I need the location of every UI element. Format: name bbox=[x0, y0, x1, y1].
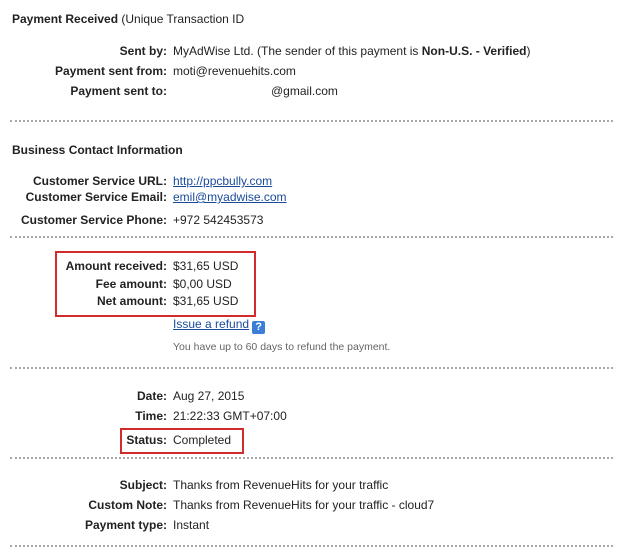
separator bbox=[10, 120, 613, 122]
sent-from-label: Payment sent from: bbox=[54, 64, 167, 78]
customer-service-url-label: Customer Service URL: bbox=[32, 174, 167, 188]
refund-hint: You have up to 60 days to refund the pay… bbox=[173, 341, 391, 353]
separator bbox=[10, 457, 613, 459]
payment-type-value: Instant bbox=[173, 518, 210, 532]
status-value: Completed bbox=[173, 433, 232, 447]
customer-service-email-label: Customer Service Email: bbox=[25, 190, 167, 204]
status-label: Status: bbox=[126, 433, 167, 447]
subject-label: Subject: bbox=[119, 478, 167, 492]
page-title: Payment Received (Unique Transaction ID bbox=[12, 12, 244, 26]
date-value: Aug 27, 2015 bbox=[173, 389, 245, 403]
help-icon[interactable]: ? bbox=[252, 321, 266, 334]
separator bbox=[10, 367, 613, 369]
custom-note-label: Custom Note: bbox=[88, 498, 167, 512]
sent-from-value: moti@revenuehits.com bbox=[173, 64, 296, 78]
date-label: Date: bbox=[136, 389, 167, 403]
subject-value: Thanks from RevenueHits for your traffic bbox=[173, 478, 389, 492]
customer-service-phone-label: Customer Service Phone: bbox=[20, 213, 167, 227]
net-amount-label: Net amount: bbox=[97, 294, 167, 308]
separator bbox=[10, 236, 613, 238]
sent-to-value: @gmail.com bbox=[271, 84, 338, 98]
net-amount-value: $31,65 USD bbox=[173, 294, 239, 308]
fee-amount-value: $0,00 USD bbox=[173, 277, 232, 291]
sent-to-label: Payment sent to: bbox=[70, 84, 167, 98]
separator bbox=[10, 545, 613, 547]
sent-by-value: MyAdWise Ltd. (The sender of this paymen… bbox=[173, 44, 530, 58]
fee-amount-label: Fee amount: bbox=[95, 277, 167, 291]
page-title-rest: (Unique Transaction ID bbox=[118, 12, 245, 26]
issue-refund-link[interactable]: Issue a refund bbox=[173, 317, 249, 331]
amount-received-value: $31,65 USD bbox=[173, 259, 239, 273]
customer-service-url-link[interactable]: http://ppcbully.com bbox=[173, 174, 272, 188]
refund-row: Issue a refund? bbox=[173, 317, 266, 334]
business-contact-heading: Business Contact Information bbox=[12, 143, 183, 157]
sent-by-status: Non-U.S. - Verified bbox=[421, 44, 527, 58]
page-title-bold: Payment Received bbox=[12, 12, 119, 26]
custom-note-value: Thanks from RevenueHits for your traffic… bbox=[173, 498, 435, 512]
sent-by-text: MyAdWise Ltd. (The sender of this paymen… bbox=[173, 44, 422, 58]
sent-by-label: Sent by: bbox=[119, 44, 167, 58]
time-value: 21:22:33 GMT+07:00 bbox=[173, 409, 287, 423]
customer-service-phone-value: +972 542453573 bbox=[173, 213, 264, 227]
time-label: Time: bbox=[135, 409, 167, 423]
payment-type-label: Payment type: bbox=[84, 518, 167, 532]
sent-by-close: ) bbox=[526, 44, 531, 58]
customer-service-email-link[interactable]: emil@myadwise.com bbox=[173, 190, 287, 204]
amount-received-label: Amount received: bbox=[65, 259, 167, 273]
